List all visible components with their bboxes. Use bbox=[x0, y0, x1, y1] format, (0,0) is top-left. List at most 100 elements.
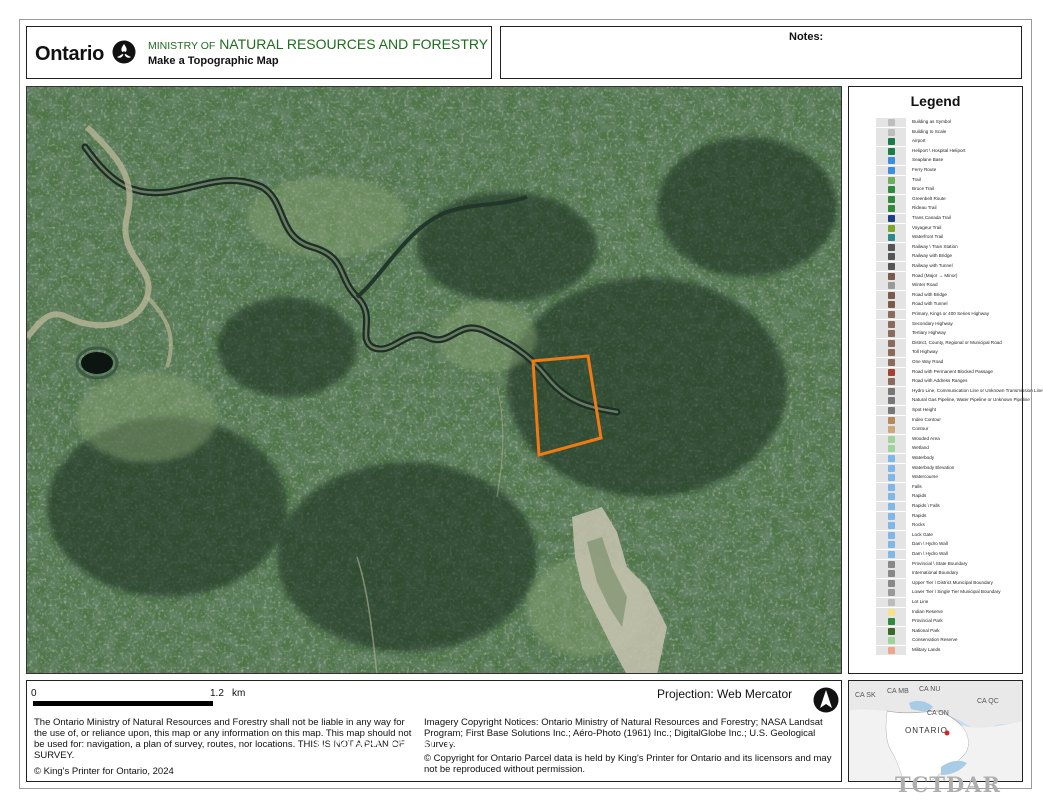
legend-symbol-icon bbox=[876, 329, 906, 339]
legend-item-label: Indian Reserve bbox=[912, 608, 943, 614]
legend-item: Road with Bridge bbox=[876, 290, 1018, 300]
legend-symbol-icon bbox=[876, 300, 906, 310]
legend-symbol-icon bbox=[876, 386, 906, 396]
legend-symbol-icon bbox=[876, 281, 906, 291]
map-viewport[interactable] bbox=[26, 86, 842, 674]
legend-item: Toll Highway bbox=[876, 348, 1018, 358]
legend-item-label: Upper Tier \ District Municipal Boundary bbox=[912, 579, 993, 585]
legend-item: Watercourse bbox=[876, 473, 1018, 483]
legend-title: Legend bbox=[910, 93, 961, 109]
ministry-name: MINISTRY OF NATURAL RESOURCES AND FOREST… bbox=[148, 36, 488, 52]
legend-item: Wooded Area bbox=[876, 434, 1018, 444]
legend-item: Lot Line bbox=[876, 598, 1018, 607]
legend-item-label: Trail bbox=[912, 176, 921, 182]
map-header: Ontario MINISTRY OF NATURAL RESOURCES AN… bbox=[26, 26, 492, 79]
legend-item-label: Rapids bbox=[912, 512, 927, 518]
legend-item: Greenbelt Route bbox=[876, 194, 1018, 204]
legend-item-label: Watercourse bbox=[912, 474, 938, 480]
legend-item-label: Road with Bridge bbox=[912, 291, 947, 297]
legend-symbol-icon bbox=[876, 406, 906, 415]
legend-symbol-icon bbox=[876, 473, 906, 483]
legend-symbol-icon bbox=[876, 290, 906, 300]
legend-symbol-icon bbox=[876, 252, 906, 262]
legend-symbol-icon bbox=[876, 214, 906, 223]
ministry-title: NATURAL RESOURCES AND FORESTRY bbox=[219, 36, 489, 52]
legend-item-label: Lower Tier \ Single Tier Municipal Bound… bbox=[912, 589, 1001, 595]
legend-item: Rapids bbox=[876, 492, 1018, 502]
legend-symbol-icon bbox=[876, 530, 906, 540]
legend-symbol-icon bbox=[876, 492, 906, 502]
ministry-prefix: MINISTRY OF bbox=[148, 40, 216, 52]
satellite-imagery[interactable] bbox=[27, 87, 842, 674]
legend-symbol-icon bbox=[876, 415, 906, 425]
legend-item-label: Railway \ Train Station bbox=[912, 243, 958, 249]
ontario-wordmark: Ontario bbox=[35, 43, 105, 65]
inset-map-graphic: CA SK CA MB CA NU CA ON CA QC ONTARIO bbox=[849, 681, 1022, 781]
legend-symbol-icon bbox=[876, 444, 906, 454]
legend-item-label: Waterbody Elevation bbox=[912, 464, 955, 470]
legend-item: Building as Symbol bbox=[876, 118, 1018, 127]
legend-item-label: Greenbelt Route bbox=[912, 195, 946, 201]
kings-printer-copyright: © King's Printer for Ontario, 2024 bbox=[34, 766, 174, 777]
legend-item: Dam \ Hydro Wall bbox=[876, 550, 1018, 559]
legend-symbol-icon bbox=[876, 396, 906, 406]
legend-item-label: Bruce Trail bbox=[912, 186, 934, 192]
legend-item: Dam \ Hydro Wall bbox=[876, 540, 1018, 550]
legend-item: Building to Scale bbox=[876, 127, 1018, 137]
legend-item: Provincial \ State Boundary bbox=[876, 559, 1018, 569]
legend-item: Railway with Tunnel bbox=[876, 262, 1018, 271]
legend-symbol-icon bbox=[876, 156, 906, 166]
legend-symbol-icon bbox=[876, 377, 906, 387]
legend-symbol-icon bbox=[876, 310, 906, 319]
scale-zero-label: 0 bbox=[31, 688, 37, 699]
legend-item: Natural Gas Pipeline, Water Pipeline or … bbox=[876, 396, 1030, 406]
legend-item-label: Lock Gate bbox=[912, 531, 933, 537]
legend-item: Waterbody bbox=[876, 454, 1018, 463]
legend-item: Road with Tunnel bbox=[876, 300, 1018, 310]
legend-item: Spot Height bbox=[876, 406, 1018, 415]
lake bbox=[81, 352, 113, 374]
notes-panel[interactable]: Notes: bbox=[500, 26, 1022, 79]
legend-item: Lower Tier \ Single Tier Municipal Bound… bbox=[876, 588, 1018, 598]
inset-label-ontario: ONTARIO bbox=[905, 726, 948, 735]
legend-symbol-icon bbox=[876, 319, 906, 329]
legend-item-label: Military Lands bbox=[912, 647, 941, 652]
brokerage-watermark: KINGSCREAL ESTATE INC. Brokerage bbox=[315, 734, 659, 755]
corner-watermark: TCTDAR bbox=[895, 772, 1001, 797]
legend-symbol-icon bbox=[876, 348, 906, 358]
inset-overview-map: CA SK CA MB CA NU CA ON CA QC ONTARIO bbox=[848, 680, 1023, 782]
legend-item: Heliport \ Hospital Heliport bbox=[876, 146, 1018, 156]
legend-item-label: District, County, Regional or Municipal … bbox=[912, 339, 1002, 345]
legend-item-label: Dam \ Hydro Wall bbox=[912, 541, 948, 547]
legend-item-label: Road with Address Ranges bbox=[912, 378, 968, 384]
legend-item: Road (Major → Minor) bbox=[876, 271, 1018, 281]
legend-symbol-icon bbox=[876, 118, 906, 127]
inset-label-mb: CA MB bbox=[887, 688, 909, 695]
legend-symbol-icon bbox=[876, 550, 906, 559]
legend-item-label: Road (Major → Minor) bbox=[912, 272, 958, 278]
legend-symbol-icon bbox=[876, 646, 906, 655]
legend-symbol-icon bbox=[876, 578, 906, 588]
legend-item: Primary, Kings or 400 Series Highway bbox=[876, 310, 1018, 319]
legend-item-label: Conservation Reserve bbox=[912, 637, 958, 643]
legend-item: Military Lands bbox=[876, 646, 1018, 655]
legend-symbol-icon bbox=[876, 559, 906, 569]
legend-item: Winter Road bbox=[876, 281, 1018, 291]
legend-item-label: Winter Road bbox=[912, 282, 938, 288]
legend-item-label: Falls bbox=[912, 483, 922, 489]
legend-symbol-icon bbox=[876, 636, 906, 646]
legend-symbol-icon bbox=[876, 540, 906, 550]
legend-item-label: Lot Line bbox=[912, 599, 929, 604]
legend-item-label: Waterbody bbox=[912, 455, 935, 460]
north-arrow-icon bbox=[813, 687, 839, 713]
legend-panel: Legend Building as Symbol Building to Sca… bbox=[848, 86, 1043, 674]
inset-label-on: CA ON bbox=[927, 710, 949, 717]
legend-symbol-icon bbox=[876, 463, 906, 473]
legend-symbol-icon bbox=[876, 607, 906, 617]
legend-item-label: Road with Permanent Blocked Passage bbox=[912, 368, 993, 374]
legend-item: Hydro Line, Communication Line or Unknow… bbox=[876, 386, 1043, 396]
inset-label-qc: CA QC bbox=[977, 698, 999, 705]
legend-item-label: Primary, Kings or 400 Series Highway bbox=[912, 311, 990, 316]
legend-symbol-icon bbox=[876, 358, 906, 367]
legend-symbol-icon bbox=[876, 502, 906, 511]
